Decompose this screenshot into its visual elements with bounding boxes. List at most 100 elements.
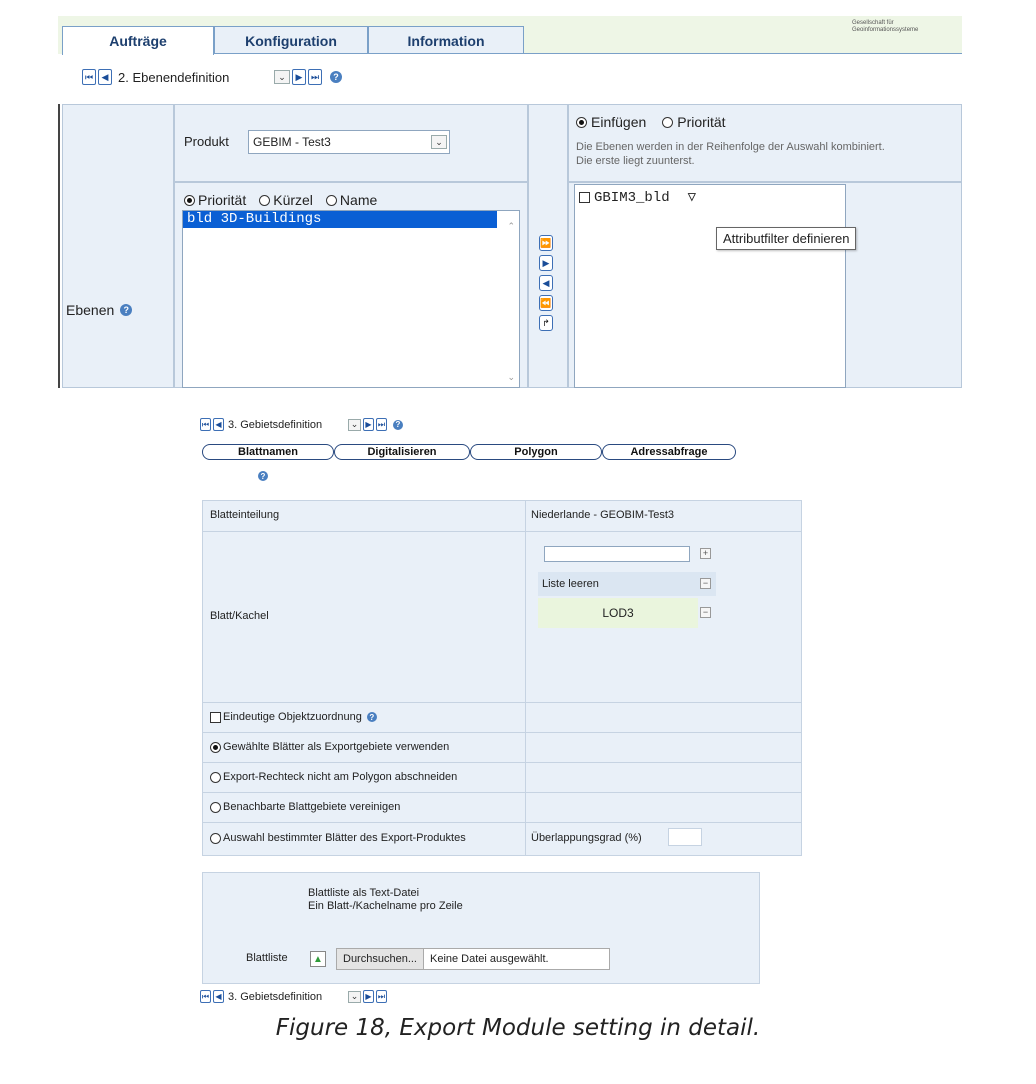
last-step-icon[interactable]: ⏭: [376, 418, 387, 431]
figure-caption: Figure 18, Export Module setting in deta…: [275, 1015, 761, 1041]
blatteinteilung-value: Niederlande - GEOBIM-Test3: [531, 509, 675, 521]
ebenen-label: Ebenen ?: [66, 302, 133, 318]
row-divider: [202, 822, 802, 823]
help-icon[interactable]: ?: [330, 71, 342, 83]
blattliste-info: Blattliste als Text-Datei Ein Blatt-/Kac…: [308, 887, 463, 912]
chevron-down-icon[interactable]: ⌄: [348, 418, 361, 431]
browse-button[interactable]: Durchsuchen...: [337, 949, 424, 969]
filter-icon[interactable]: ▽: [688, 189, 696, 206]
radio-einfuegen[interactable]: [576, 116, 587, 128]
prev-step-icon[interactable]: ◀: [213, 418, 224, 431]
tab-information[interactable]: Information: [368, 26, 524, 54]
ebenen-label-cell: [62, 104, 174, 388]
option-row: Benachbarte Blattgebiete vereinigen: [210, 801, 400, 813]
tab-blattnamen[interactable]: Blattnamen: [202, 444, 334, 460]
add-all-icon[interactable]: ⏩: [539, 235, 553, 251]
tab-polygon[interactable]: Polygon: [470, 444, 602, 460]
radio-option-4[interactable]: [210, 832, 221, 844]
row-divider: [202, 792, 802, 793]
radio-option-3[interactable]: [210, 801, 221, 813]
step-navigation: ⏮ ◀ 3. Gebietsdefinition ⌄ ▶ ⏭ ?: [200, 418, 403, 431]
blattliste-label: Blattliste: [246, 952, 288, 964]
first-step-icon[interactable]: ⏮: [200, 990, 211, 1003]
remove-entry-icon[interactable]: −: [700, 607, 711, 618]
chevron-down-icon: ⌄: [431, 135, 447, 149]
blatt-kachel-label: Blatt/Kachel: [210, 610, 269, 622]
produkt-label: Produkt: [184, 134, 229, 149]
row-divider: [202, 762, 802, 763]
tooltip: Attributfilter definieren: [716, 227, 857, 250]
radio-sort-prioritaet[interactable]: [184, 194, 195, 206]
next-step-icon[interactable]: ▶: [292, 69, 306, 85]
prev-step-icon[interactable]: ◀: [213, 990, 224, 1003]
row-divider: [202, 702, 802, 703]
layer-checkbox[interactable]: [579, 192, 590, 203]
reorder-icon[interactable]: ↱: [539, 315, 553, 331]
ueberlappung-input[interactable]: [668, 828, 702, 846]
tab-adressabfrage[interactable]: Adressabfrage: [602, 444, 736, 460]
chevron-down-icon[interactable]: ⌄: [348, 990, 361, 1003]
radio-prioritaet[interactable]: [662, 116, 674, 128]
eindeutige-checkbox[interactable]: [210, 711, 221, 723]
ueberlappung-label: Überlappungsgrad (%): [531, 832, 642, 844]
layer-definition-screenshot: Gesellschaft für Geoinformationssysteme …: [58, 16, 962, 388]
help-icon[interactable]: ?: [366, 712, 377, 722]
insert-mode-radios: Einfügen Priorität: [576, 114, 726, 130]
radio-sort-kuerzel[interactable]: [259, 194, 271, 206]
list-item[interactable]: GBIM3_bld ▽: [575, 185, 845, 206]
blatteinteilung-label: Blatteinteilung: [210, 509, 280, 521]
prev-step-icon[interactable]: ◀: [98, 69, 112, 85]
first-step-icon[interactable]: ⏮: [200, 418, 211, 431]
row-divider: [202, 732, 802, 733]
radio-option-2[interactable]: [210, 771, 221, 783]
step-select[interactable]: 2. Ebenendefinition ⌄: [114, 68, 290, 86]
remove-all-icon[interactable]: ⏪: [539, 295, 553, 311]
liste-leeren-row[interactable]: Liste leeren: [538, 572, 716, 596]
footer-step-navigation: ⏮ ◀ 3. Gebietsdefinition ⌄ ▶ ⏭: [200, 990, 387, 1003]
available-layers-list[interactable]: bld 3D-Buildings ⌃ ⌄: [182, 210, 520, 388]
kachel-entry[interactable]: LOD3: [538, 598, 698, 628]
kachel-input[interactable]: [544, 546, 690, 562]
help-icon[interactable]: ?: [120, 304, 133, 316]
next-step-icon[interactable]: ▶: [363, 418, 374, 431]
tab-divider: [214, 53, 962, 54]
radio-sort-name[interactable]: [325, 194, 337, 206]
file-input[interactable]: Durchsuchen... Keine Datei ausgewählt.: [336, 948, 610, 970]
tab-konfiguration[interactable]: Konfiguration: [214, 26, 368, 54]
step-select[interactable]: 3. Gebietsdefinition: [228, 991, 346, 1003]
move-buttons: ⏩ ▶ ◀ ⏪ ↱: [539, 235, 553, 331]
sort-radios: Priorität Kürzel Name: [184, 192, 377, 208]
first-step-icon[interactable]: ⏮: [82, 69, 96, 85]
help-icon[interactable]: ?: [258, 471, 268, 481]
step-select[interactable]: 3. Gebietsdefinition: [228, 419, 346, 431]
remove-one-icon[interactable]: ◀: [539, 275, 553, 291]
insert-help-text: Die Ebenen werden in der Reihenfolge der…: [576, 141, 885, 167]
clear-list-icon[interactable]: −: [700, 578, 711, 589]
area-definition-screenshot: ⏮ ◀ 3. Gebietsdefinition ⌄ ▶ ⏭ ? Blattna…: [200, 414, 810, 1014]
radio-option-1[interactable]: [210, 741, 221, 753]
option-row: Export-Rechteck nicht am Polygon abschne…: [210, 771, 457, 783]
company-logo: Gesellschaft für Geoinformationssysteme: [852, 20, 919, 33]
add-icon[interactable]: +: [700, 548, 711, 559]
chevron-down-icon: ⌄: [274, 70, 290, 84]
option-row: Auswahl bestimmter Blätter des Export-Pr…: [210, 832, 466, 844]
file-status: Keine Datei ausgewählt.: [429, 953, 549, 965]
scroll-up-icon[interactable]: ⌃: [507, 221, 515, 232]
help-icon[interactable]: ?: [393, 419, 403, 430]
last-step-icon[interactable]: ⏭: [376, 990, 387, 1003]
next-step-icon[interactable]: ▶: [363, 990, 374, 1003]
tab-auftraege[interactable]: Aufträge: [62, 26, 214, 55]
option-row: Gewählte Blätter als Exportgebiete verwe…: [210, 741, 449, 753]
list-item[interactable]: bld 3D-Buildings: [183, 211, 497, 228]
last-step-icon[interactable]: ⏭: [308, 69, 322, 85]
selected-layers-list[interactable]: GBIM3_bld ▽: [574, 184, 846, 388]
eindeutige-option: Eindeutige Objektzuordnung ?: [210, 711, 377, 723]
scroll-down-icon[interactable]: ⌄: [507, 372, 515, 383]
tab-digitalisieren[interactable]: Digitalisieren: [334, 444, 470, 460]
column-divider: [525, 500, 526, 856]
upload-icon[interactable]: ▲: [310, 951, 326, 967]
row-divider: [202, 531, 802, 532]
produkt-select[interactable]: GEBIM - Test3 ⌄: [248, 130, 450, 154]
step-navigation: ⏮ ◀ 2. Ebenendefinition ⌄ ▶ ⏭ ?: [82, 68, 342, 86]
add-one-icon[interactable]: ▶: [539, 255, 553, 271]
